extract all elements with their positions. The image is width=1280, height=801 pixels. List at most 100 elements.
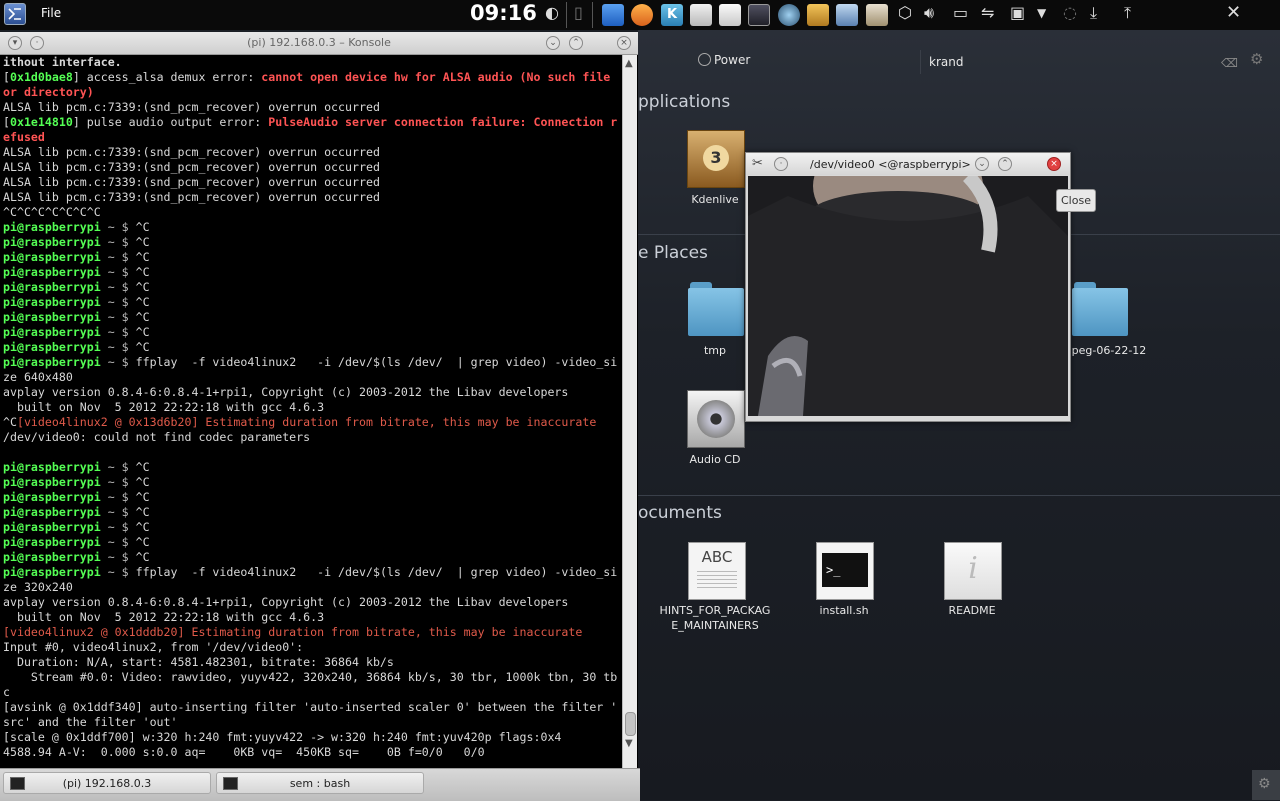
terminal-text-segment: ] access_alsa demux error: [72,70,262,84]
terminal-text-segment: /dev/video0: could not find codec parame… [3,430,311,444]
terminal-line: pi@raspberrypi ~ $ ffplay -f video4linux… [3,565,619,580]
volume-icon[interactable]: 🔊︎ [924,3,934,23]
video-title: /dev/video0 <@raspberrypi> [810,158,971,171]
folder-icon[interactable] [1072,282,1128,336]
settings-tools-icon[interactable] [836,4,858,26]
scroll-up-icon[interactable]: ▲ [625,58,633,69]
terminal-text-segment: pi@raspberrypi [3,460,101,474]
terminal-line: pi@raspberrypi ~ $ ^C [3,505,619,520]
terminal-scrollbar[interactable]: ▲ ▼ [622,55,637,768]
readme-document-icon[interactable]: i [944,542,1002,600]
tools-icon[interactable]: ✂ [752,156,763,171]
chess-icon[interactable] [807,4,829,26]
terminal-text-segment: c [3,685,10,699]
clock[interactable]: 09:16 [470,1,537,25]
search-input[interactable]: krand [929,55,963,69]
gear-icon: ⚙ [1258,776,1271,792]
close-icon[interactable]: ✕ [1226,3,1241,23]
terminal-text-segment: Duration: N/A, start: 4581.482301, bitra… [3,655,394,669]
printer-icon[interactable]: ▣ [1010,3,1025,23]
video-titlebar[interactable]: ✂ · /dev/video0 <@raspberrypi> ⌄ ⌃ × [746,153,1070,175]
terminal-text-segment: [ [3,115,10,129]
upload-icon[interactable]: ⤒ [1124,3,1131,23]
terminal-text-segment: Stream #0.0: Video: rawvideo, yuyv422, 3… [3,670,618,684]
webcam-image [748,176,1068,416]
clipboard-icon[interactable]: ▯ [574,3,583,23]
konsole-titlebar[interactable]: ▾ · (pi) 192.168.0.3 – Konsole ⌄ ⌃ × [0,32,638,55]
terminal-text-segment: src' and the filter 'out' [3,715,178,729]
system-monitor-icon[interactable] [778,4,800,26]
close-icon[interactable]: × [617,36,631,50]
video-window[interactable]: ✂ · /dev/video0 <@raspberrypi> ⌄ ⌃ × [745,152,1071,422]
terminal-text-segment: avplay version 0.8.4-6:0.8.4-1+rpi1, Cop… [3,595,569,609]
terminal-text-segment: pi@raspberrypi [3,295,101,309]
gear-icon[interactable]: ⚙ [1250,50,1263,68]
terminal-text-segment: ^C [135,490,150,504]
task-konsole[interactable]: (pi) 192.168.0.3 [3,772,211,794]
download-icon[interactable]: ⤓ [1090,3,1097,23]
terminal-text-segment: pi@raspberrypi [3,280,101,294]
terminal-output[interactable]: ithout interface. [0x1d0bae8] access_alsa… [3,55,619,767]
terminal-text-segment: ^C [135,235,150,249]
terminal-text-segment: ^C [135,460,150,474]
kdenlive-tray-icon[interactable] [866,4,888,26]
terminal-text-segment: ~ $ [100,550,136,564]
task-bash[interactable]: sem : bash [216,772,424,794]
scroll-down-icon[interactable]: ▼ [625,738,633,749]
terminal-text-segment: ALSA lib pcm.c:7339:(snd_pcm_recover) ov… [3,175,380,189]
file-menu[interactable]: File [41,6,61,20]
document-label-install[interactable]: install.sh [784,603,904,618]
terminal-icon[interactable] [748,4,770,26]
kate-icon[interactable]: K [661,4,683,26]
terminal-text-segment: ^C [135,550,150,564]
script-document-icon[interactable]: >_ [816,542,874,600]
terminal-line: pi@raspberrypi ~ $ ^C [3,265,619,280]
search-box[interactable]: krand ⌫ [920,50,1247,74]
panel-divider [566,2,567,28]
close-icon[interactable]: × [1047,157,1061,171]
terminal-text-segment: ~ $ [100,505,136,519]
power-tray-icon[interactable]: ◌ [1063,3,1077,23]
text-editor-icon[interactable] [719,4,741,26]
package-icon[interactable]: ⬡ [898,3,912,23]
dolphin-icon[interactable] [602,4,624,26]
terminal-line: ^C[video4linux2 @ 0x13d6b20] Estimating … [3,415,619,430]
network-icon[interactable]: ⇋ [981,3,994,23]
document-label-hints[interactable]: HINTS_FOR_PACKAG E_MAINTAINERS [655,603,775,633]
audio-cd-icon[interactable] [687,390,745,448]
power-icon[interactable] [698,53,711,66]
kdenlive-icon[interactable]: 3 [687,130,745,188]
firefox-icon[interactable] [631,4,653,26]
moon-icon: ◐ [545,3,559,22]
scrollbar-thumb[interactable] [625,712,636,736]
maximize-icon[interactable]: ⌃ [569,36,583,50]
file-manager-icon[interactable] [690,4,712,26]
terminal-text-segment: ~ $ [100,475,136,489]
terminal-text-segment: pi@raspberrypi [3,490,101,504]
app-label-audio-cd[interactable]: Audio CD [655,452,775,467]
terminal-text-segment: ze 320x240 [3,580,73,594]
text-document-icon[interactable]: ABC [688,542,746,600]
document-label-readme[interactable]: README [912,603,1032,618]
terminal-text-segment: ~ $ [100,280,136,294]
app-launcher-icon[interactable] [4,3,26,25]
maximize-icon[interactable]: ⌃ [998,157,1012,171]
desktop-corner-button[interactable]: ⚙ [1252,770,1280,800]
terminal-text-segment: [ [3,70,10,84]
minimize-icon[interactable]: ⌄ [546,36,560,50]
terminal-line: c [3,685,619,700]
konsole-window[interactable]: ▾ · (pi) 192.168.0.3 – Konsole ⌄ ⌃ × ith… [0,32,638,768]
power-bar: Power krand ⌫ [638,44,1280,76]
power-button[interactable]: Power [714,53,750,67]
pin-icon[interactable]: · [774,157,788,171]
minimize-icon[interactable]: ⌄ [975,157,989,171]
terminal-line: pi@raspberrypi ~ $ ^C [3,280,619,295]
terminal-text-segment: built on Nov 5 2012 22:22:18 with gcc 4.… [3,610,325,624]
folder-icon[interactable] [688,282,744,336]
chevron-down-icon[interactable]: ▼ [1037,3,1046,23]
terminal-text-segment: 4588.94 A-V: 0.000 s:0.0 aq= 0KB vq= 450… [3,745,485,759]
terminal-line: pi@raspberrypi ~ $ ^C [3,235,619,250]
clear-search-icon[interactable]: ⌫ [1221,56,1238,70]
display-icon[interactable]: ▭ [953,3,968,23]
